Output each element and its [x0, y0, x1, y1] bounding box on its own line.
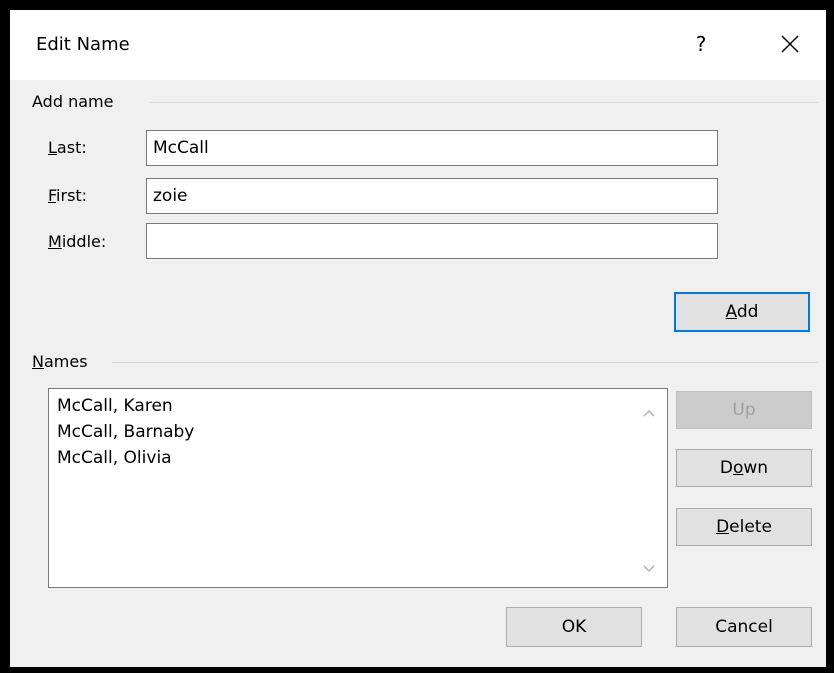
names-listbox[interactable]: McCall, Karen McCall, Barnaby McCall, Oliv… [48, 388, 668, 588]
first-label: First: [48, 186, 88, 205]
list-item[interactable]: McCall, Karen [49, 393, 667, 419]
help-button[interactable]: ? [684, 26, 718, 62]
down-button[interactable]: Down [676, 449, 812, 487]
middle-name-input[interactable] [146, 223, 718, 259]
ok-button[interactable]: OK [506, 607, 642, 647]
add-name-group-label: Add name [32, 92, 114, 111]
scroll-up-arrow[interactable] [639, 403, 659, 423]
chevron-up-icon [643, 409, 655, 417]
list-item[interactable]: McCall, Olivia [49, 445, 667, 471]
chevron-down-icon [643, 565, 655, 573]
names-list: McCall, Karen McCall, Barnaby McCall, Oliv… [49, 389, 667, 471]
up-button[interactable]: Up [676, 391, 812, 429]
first-name-input[interactable] [146, 178, 718, 214]
middle-label: Middle: [48, 232, 107, 251]
close-button[interactable] [770, 26, 810, 62]
add-name-group-divider [150, 102, 818, 103]
delete-button[interactable]: Delete [676, 508, 812, 546]
last-name-input[interactable] [146, 130, 718, 166]
list-item[interactable]: McCall, Barnaby [49, 419, 667, 445]
add-button[interactable]: Add [674, 292, 810, 332]
title-bar: Edit Name ? [10, 10, 826, 80]
dialog-title: Edit Name [36, 34, 130, 55]
edit-name-dialog: Edit Name ? Add name Last: First: Middle… [10, 10, 826, 667]
close-icon [781, 35, 799, 53]
names-group-label: Names [32, 352, 88, 371]
last-label: Last: [48, 138, 87, 157]
scroll-down-arrow[interactable] [639, 559, 659, 579]
cancel-button[interactable]: Cancel [676, 607, 812, 647]
names-group-divider [112, 362, 818, 363]
